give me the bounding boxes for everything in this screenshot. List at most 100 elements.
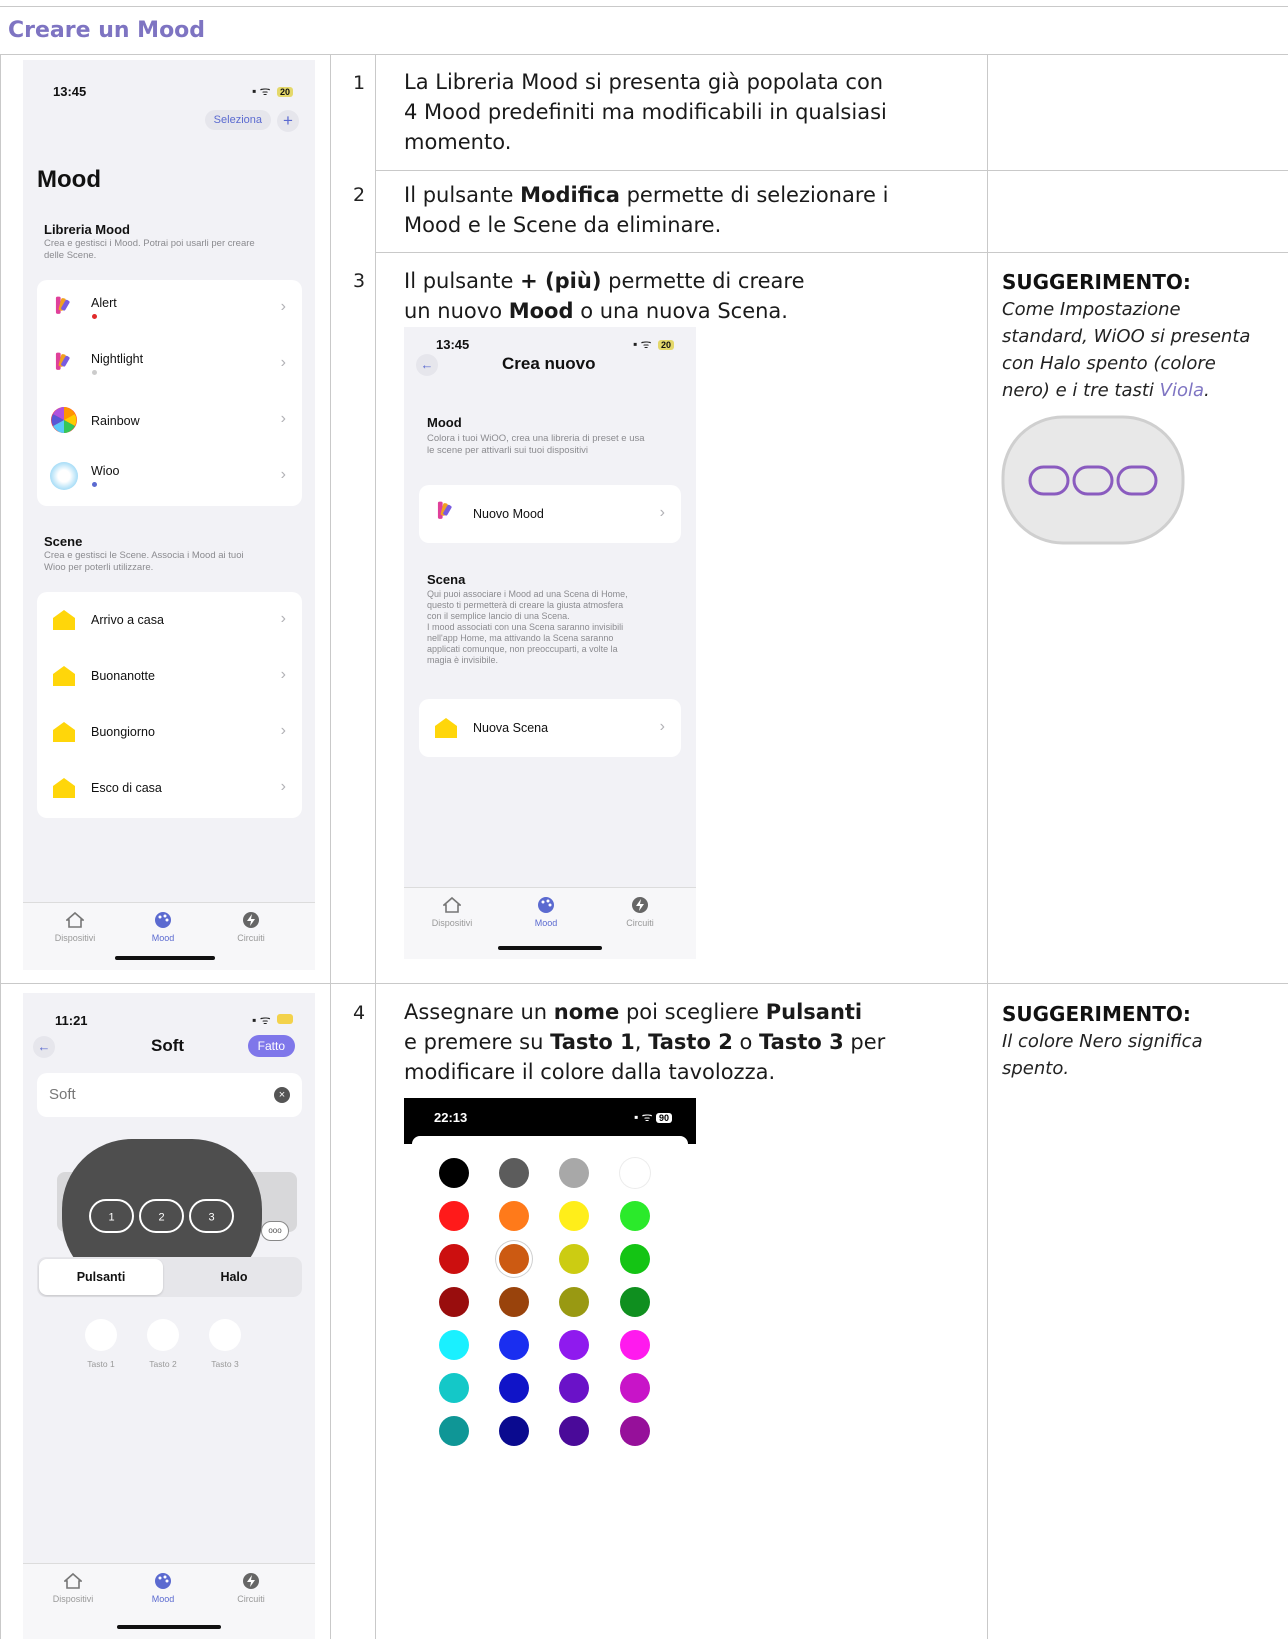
tab-dispositivi[interactable]: Dispositivi xyxy=(35,911,115,943)
mood-row-wioo[interactable]: Wioo › xyxy=(37,448,302,504)
scene-label: Buonanotte xyxy=(91,669,155,683)
scene-row[interactable]: Arrivo a casa › xyxy=(37,592,302,648)
key-2-color[interactable] xyxy=(147,1319,179,1351)
mood-label: Wioo xyxy=(91,464,120,478)
color-swatch[interactable] xyxy=(499,1244,529,1274)
color-swatch[interactable] xyxy=(499,1416,529,1446)
row-divider xyxy=(0,983,1288,984)
mood-row-rainbow[interactable]: Rainbow › xyxy=(37,392,302,448)
tab-dispositivi[interactable]: Dispositivi xyxy=(412,896,492,928)
mood-list: Alert › Nightlight › Rainbow › Wioo › xyxy=(37,280,302,506)
tab-mood[interactable]: Mood xyxy=(506,896,586,928)
back-button[interactable]: ← xyxy=(33,1036,55,1058)
home-scene-icon xyxy=(53,666,75,686)
tab-circuiti[interactable]: Circuiti xyxy=(211,911,291,943)
color-swatch[interactable] xyxy=(499,1287,529,1317)
scene-description: Qui puoi associare i Mood ad una Scena d… xyxy=(427,589,628,666)
row-divider xyxy=(375,170,1288,171)
new-scene-button[interactable]: Nuova Scena › xyxy=(419,699,681,757)
tab-mood[interactable]: Mood xyxy=(123,911,203,943)
tab-circuiti[interactable]: Circuiti xyxy=(600,896,680,928)
chevron-right-icon: › xyxy=(659,504,665,521)
status-icons: ▪ ᯤ 90 xyxy=(634,1108,672,1125)
scenes-description: Crea e gestisci le Scene. Associa i Mood… xyxy=(44,550,244,574)
back-button[interactable]: ← xyxy=(416,354,438,376)
add-button[interactable]: + xyxy=(277,110,299,132)
mood-row-nightlight[interactable]: Nightlight › xyxy=(37,336,302,392)
text-run: permette di creare xyxy=(601,269,805,293)
select-button[interactable]: Seleziona xyxy=(204,110,271,130)
color-swatch[interactable] xyxy=(620,1373,650,1403)
color-swatch[interactable] xyxy=(620,1158,650,1188)
color-swatch[interactable] xyxy=(439,1244,469,1274)
tip-line: Come Impostazione xyxy=(1002,299,1181,320)
color-swatch[interactable] xyxy=(439,1330,469,1360)
color-swatch[interactable] xyxy=(499,1201,529,1231)
color-swatch[interactable] xyxy=(559,1201,589,1231)
new-mood-button[interactable]: Nuovo Mood › xyxy=(419,485,681,543)
color-swatch[interactable] xyxy=(559,1287,589,1317)
mood-label: Nightlight xyxy=(91,352,144,366)
color-swatch[interactable] xyxy=(439,1416,469,1446)
layout-toggle-icon[interactable]: ooo xyxy=(261,1221,289,1241)
color-swatch[interactable] xyxy=(439,1201,469,1231)
clear-icon[interactable]: × xyxy=(274,1087,290,1103)
key-label: Tasto 3 xyxy=(211,1359,239,1369)
tab-dispositivi[interactable]: Dispositivi xyxy=(33,1572,113,1604)
home-icon xyxy=(64,1572,82,1589)
home-indicator xyxy=(115,956,215,960)
tip-title: SUGGERIMENTO: xyxy=(1002,270,1191,294)
tab-circuiti[interactable]: Circuiti xyxy=(211,1572,291,1604)
status-time: 22:13 xyxy=(434,1110,468,1125)
scene-row[interactable]: Buongiorno › xyxy=(37,704,302,760)
color-swatch[interactable] xyxy=(499,1373,529,1403)
mood-row-alert[interactable]: Alert › xyxy=(37,280,302,336)
color-swatch[interactable] xyxy=(620,1416,650,1446)
color-swatch[interactable] xyxy=(439,1158,469,1188)
color-swatch[interactable] xyxy=(559,1330,589,1360)
step-line: un nuovo Mood o una nuova Scena. xyxy=(404,296,805,326)
document-page: Creare un Mood 1 2 3 4 La Libreria Mood … xyxy=(0,0,1288,1639)
color-swatch[interactable] xyxy=(620,1244,650,1274)
color-swatch[interactable] xyxy=(499,1158,529,1188)
color-swatch[interactable] xyxy=(439,1373,469,1403)
key-3-color[interactable] xyxy=(209,1319,241,1351)
bold-run: Tasto 1 xyxy=(550,1030,635,1054)
chevron-right-icon: › xyxy=(280,610,286,627)
palette-icon xyxy=(155,1573,171,1589)
color-swatch[interactable] xyxy=(620,1201,650,1231)
tip-text: Come Impostazione standard, WiOO si pres… xyxy=(1002,296,1278,404)
scene-row[interactable]: Esco di casa › xyxy=(37,760,302,816)
tab-mood[interactable]: Mood xyxy=(123,1572,203,1604)
color-swatch[interactable] xyxy=(439,1287,469,1317)
status-dot xyxy=(92,314,97,319)
rainbow-wheel-icon xyxy=(51,407,77,433)
violet-word: Viola xyxy=(1159,380,1205,401)
step-line: Il pulsante + (più) permette di creare xyxy=(404,266,805,296)
segment-halo[interactable]: Halo xyxy=(169,1270,299,1284)
text-run: permette di selezionare i xyxy=(619,183,889,207)
color-swatch[interactable] xyxy=(620,1330,650,1360)
tip-line: standard, WiOO si presenta xyxy=(1002,326,1251,347)
color-swatch[interactable] xyxy=(559,1373,589,1403)
done-button[interactable]: Fatto xyxy=(247,1035,295,1057)
text-run: un nuovo xyxy=(404,299,509,323)
color-swatch[interactable] xyxy=(559,1158,589,1188)
color-swatch[interactable] xyxy=(499,1330,529,1360)
color-swatch[interactable] xyxy=(620,1287,650,1317)
tab-label: Dispositivi xyxy=(52,1594,94,1604)
color-swatch[interactable] xyxy=(559,1244,589,1274)
desc-line: questo ti permetterà di creare la giusta… xyxy=(427,600,624,610)
name-field[interactable]: Soft × xyxy=(37,1073,302,1117)
mood-heading: Mood xyxy=(427,415,462,430)
scene-row[interactable]: Buonanotte › xyxy=(37,648,302,704)
key-1-color[interactable] xyxy=(85,1319,117,1351)
phone-screenshot-mood: 13:45 ▪ ᯤ 20 Seleziona + Mood Libreria M… xyxy=(23,60,315,970)
text-run: poi scegliere xyxy=(619,1000,766,1024)
tip-line: spento. xyxy=(1002,1058,1070,1079)
text-run: modificare il colore dalla tavolozza. xyxy=(404,1060,776,1084)
desc-line: Wioo per poterli utilizzare. xyxy=(44,562,154,573)
color-swatch[interactable] xyxy=(559,1416,589,1446)
scene-label: Buongiorno xyxy=(91,725,155,739)
library-description: Crea e gestisci i Mood. Potrai poi usarl… xyxy=(44,238,255,262)
